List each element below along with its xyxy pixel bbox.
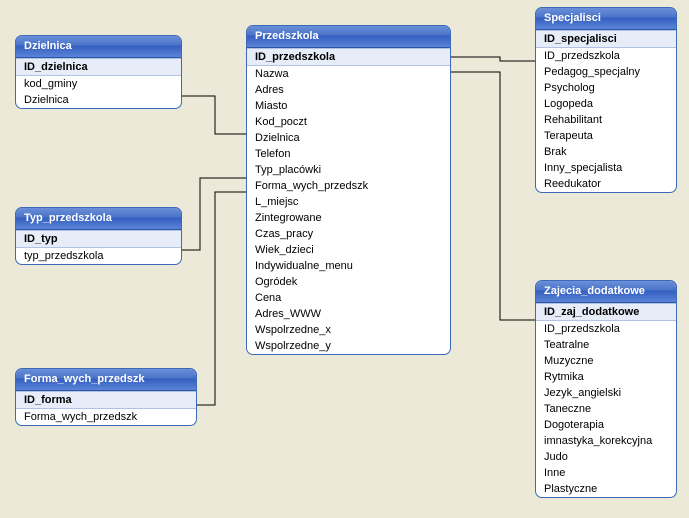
field: Indywidualne_menu (247, 258, 450, 274)
field: Judo (536, 449, 676, 465)
field: Cena (247, 290, 450, 306)
field: Kod_poczt (247, 114, 450, 130)
field-list: ID_specjalisci ID_przedszkola Pedagog_sp… (536, 30, 676, 192)
table-forma[interactable]: Forma_wych_przedszk ID_forma Forma_wych_… (15, 368, 197, 426)
field: Rehabilitant (536, 112, 676, 128)
field-list: ID_dzielnica kod_gminy Dzielnica (16, 58, 181, 108)
field: Taneczne (536, 401, 676, 417)
field: Miasto (247, 98, 450, 114)
field: Jezyk_angielski (536, 385, 676, 401)
field: Plastyczne (536, 481, 676, 497)
field-list: ID_przedszkola Nazwa Adres Miasto Kod_po… (247, 48, 450, 354)
field: Typ_placówki (247, 162, 450, 178)
pk-field: ID_specjalisci (536, 30, 676, 48)
table-przedszkola[interactable]: Przedszkola ID_przedszkola Nazwa Adres M… (246, 25, 451, 355)
field: Teatralne (536, 337, 676, 353)
field: kod_gminy (16, 76, 181, 92)
field: Nazwa (247, 66, 450, 82)
table-header: Specjalisci (536, 8, 676, 30)
field: Rytmika (536, 369, 676, 385)
field: Dzielnica (247, 130, 450, 146)
table-dzielnica[interactable]: Dzielnica ID_dzielnica kod_gminy Dzielni… (15, 35, 182, 109)
field-list: ID_typ typ_przedszkola (16, 230, 181, 264)
field: typ_przedszkola (16, 248, 181, 264)
field: Forma_wych_przedszk (16, 409, 196, 425)
pk-field: ID_zaj_dodatkowe (536, 303, 676, 321)
table-header: Przedszkola (247, 26, 450, 48)
field: ID_przedszkola (536, 48, 676, 64)
table-header: Zajecia_dodatkowe (536, 281, 676, 303)
field: Pedagog_specjalny (536, 64, 676, 80)
field: Zintegrowane (247, 210, 450, 226)
field: ID_przedszkola (536, 321, 676, 337)
table-header: Forma_wych_przedszk (16, 369, 196, 391)
field: Inny_specjalista (536, 160, 676, 176)
field: Wspolrzedne_x (247, 322, 450, 338)
field: Adres_WWW (247, 306, 450, 322)
field: Wiek_dzieci (247, 242, 450, 258)
field: Forma_wych_przedszk (247, 178, 450, 194)
table-typ-przedszkola[interactable]: Typ_przedszkola ID_typ typ_przedszkola (15, 207, 182, 265)
field: Brak (536, 144, 676, 160)
pk-field: ID_dzielnica (16, 58, 181, 76)
field: Reedukator (536, 176, 676, 192)
field: Czas_pracy (247, 226, 450, 242)
table-zajecia[interactable]: Zajecia_dodatkowe ID_zaj_dodatkowe ID_pr… (535, 280, 677, 498)
field-list: ID_zaj_dodatkowe ID_przedszkola Teatraln… (536, 303, 676, 497)
field: Ogródek (247, 274, 450, 290)
table-header: Dzielnica (16, 36, 181, 58)
pk-field: ID_forma (16, 391, 196, 409)
field: Dogoterapia (536, 417, 676, 433)
field: Terapeuta (536, 128, 676, 144)
pk-field: ID_przedszkola (247, 48, 450, 66)
field: Psycholog (536, 80, 676, 96)
field: Muzyczne (536, 353, 676, 369)
field: Wspolrzedne_y (247, 338, 450, 354)
table-header: Typ_przedszkola (16, 208, 181, 230)
pk-field: ID_typ (16, 230, 181, 248)
field: imnastyka_korekcyjna (536, 433, 676, 449)
field: Telefon (247, 146, 450, 162)
table-specjalisci[interactable]: Specjalisci ID_specjalisci ID_przedszkol… (535, 7, 677, 193)
field: Logopeda (536, 96, 676, 112)
field: L_miejsc (247, 194, 450, 210)
field: Inne (536, 465, 676, 481)
field: Dzielnica (16, 92, 181, 108)
field-list: ID_forma Forma_wych_przedszk (16, 391, 196, 425)
field: Adres (247, 82, 450, 98)
